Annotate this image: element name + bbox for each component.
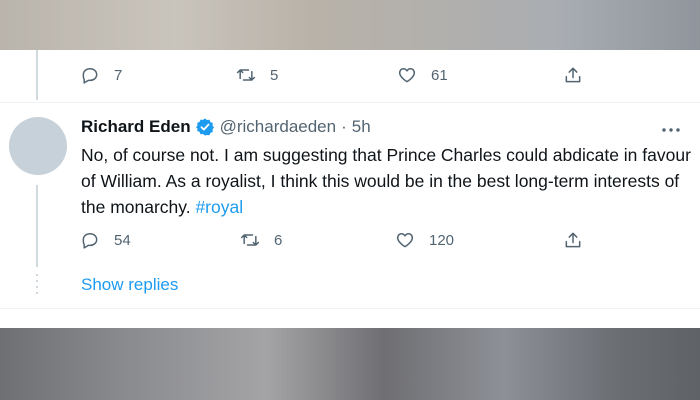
thread-line-lower: [36, 185, 38, 267]
author-handle[interactable]: @richardaeden: [220, 117, 337, 137]
reply-icon: [82, 68, 98, 84]
more-icon[interactable]: [660, 120, 682, 140]
reply-count: 54: [114, 231, 131, 249]
prev-like-button[interactable]: 61: [397, 65, 448, 85]
retweet-icon: [236, 69, 256, 81]
prev-reply-button[interactable]: 7: [80, 65, 122, 85]
bottom-divider: [0, 308, 700, 309]
background-photo-top: [0, 0, 700, 50]
tweet-divider: [0, 102, 700, 103]
prev-retweet-count: 5: [270, 66, 279, 84]
background-photo-bottom: [0, 328, 700, 400]
tweet-header: Richard Eden @richardaeden · 5h: [81, 117, 371, 137]
retweet-icon: [240, 234, 260, 246]
like-icon: [396, 233, 414, 248]
retweet-button[interactable]: 6: [240, 230, 282, 250]
like-count: 120: [429, 231, 455, 249]
prev-like-count: 61: [431, 66, 448, 84]
reply-button[interactable]: 54: [80, 230, 131, 250]
prev-share-button[interactable]: [563, 65, 583, 85]
share-icon: [565, 67, 581, 83]
like-icon: [398, 68, 416, 83]
share-button[interactable]: [563, 230, 583, 250]
tweet-timestamp[interactable]: 5h: [352, 117, 371, 137]
avatar[interactable]: [9, 117, 67, 175]
show-replies-link[interactable]: Show replies: [81, 275, 178, 295]
header-separator: ·: [341, 117, 347, 136]
verified-badge-icon: [195, 118, 214, 136]
prev-retweet-button[interactable]: 5: [236, 65, 278, 85]
prev-reply-count: 7: [114, 66, 123, 84]
hashtag-link[interactable]: #royal: [195, 197, 243, 217]
retweet-count: 6: [274, 231, 283, 249]
author-name[interactable]: Richard Eden: [81, 117, 191, 137]
share-icon: [565, 232, 581, 248]
thread-continuation-dots: [36, 274, 38, 294]
tweet-text: No, of course not. I am suggesting that …: [81, 142, 691, 220]
reply-icon: [82, 233, 98, 249]
like-button[interactable]: 120: [395, 230, 454, 250]
thread-line: [36, 50, 38, 100]
tweet-body: No, of course not. I am suggesting that …: [81, 145, 691, 217]
